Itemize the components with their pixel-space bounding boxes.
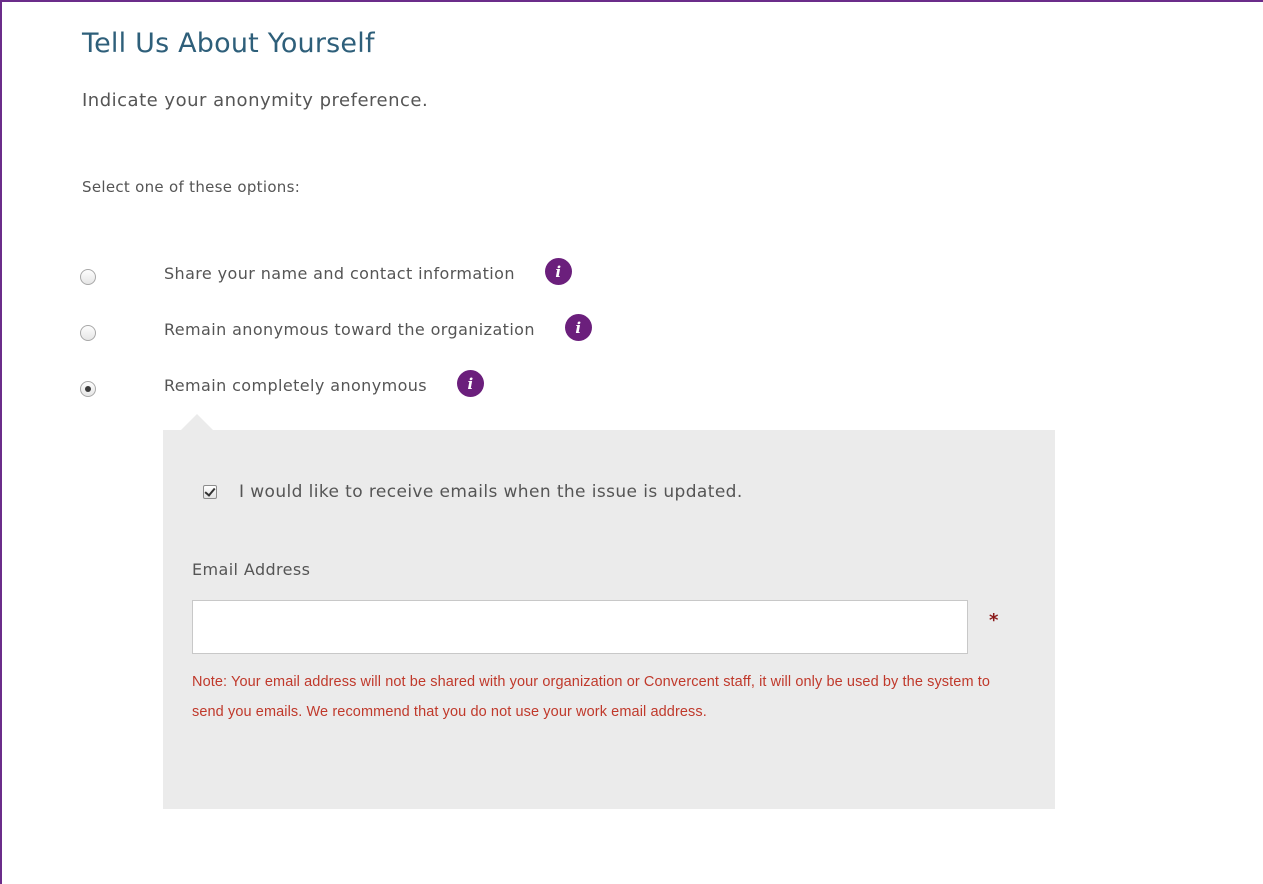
page-subtitle: Indicate your anonymity preference. xyxy=(82,90,429,111)
email-privacy-note: Note: Your email address will not be sha… xyxy=(192,674,991,720)
option-completely-anonymous[interactable]: Remain completely anonymous i xyxy=(80,370,485,401)
options-prompt: Select one of these options: xyxy=(82,178,301,196)
option-share-contact-text: Share your name and contact information i xyxy=(164,258,572,288)
email-field-label: Email Address xyxy=(192,560,311,579)
page-title: Tell Us About Yourself xyxy=(82,28,375,59)
email-updates-row[interactable]: I would like to receive emails when the … xyxy=(203,482,743,502)
radio-anonymous-organization[interactable] xyxy=(80,325,96,341)
anonymous-options-panel: I would like to receive emails when the … xyxy=(163,414,1055,809)
option-share-contact[interactable]: Share your name and contact information i xyxy=(80,258,572,289)
info-icon[interactable]: i xyxy=(457,370,485,397)
option-completely-anonymous-text: Remain completely anonymous i xyxy=(164,370,485,400)
option-label: Remain anonymous toward the organization xyxy=(164,320,535,339)
required-asterisk: * xyxy=(989,610,999,631)
radio-completely-anonymous[interactable] xyxy=(80,381,96,397)
page-frame: Tell Us About Yourself Indicate your ano… xyxy=(0,0,1263,884)
panel-pointer xyxy=(181,414,213,430)
radio-share-contact[interactable] xyxy=(80,269,96,285)
email-updates-label[interactable]: I would like to receive emails when the … xyxy=(239,482,743,502)
email-updates-checkbox[interactable] xyxy=(203,485,217,499)
info-icon[interactable]: i xyxy=(564,314,592,341)
option-label: Remain completely anonymous xyxy=(164,376,428,395)
option-label: Share your name and contact information xyxy=(164,264,515,283)
info-icon[interactable]: i xyxy=(544,258,572,285)
option-anonymous-organization-text: Remain anonymous toward the organization… xyxy=(164,314,592,344)
option-anonymous-organization[interactable]: Remain anonymous toward the organization… xyxy=(80,314,592,345)
email-field[interactable] xyxy=(192,600,968,654)
